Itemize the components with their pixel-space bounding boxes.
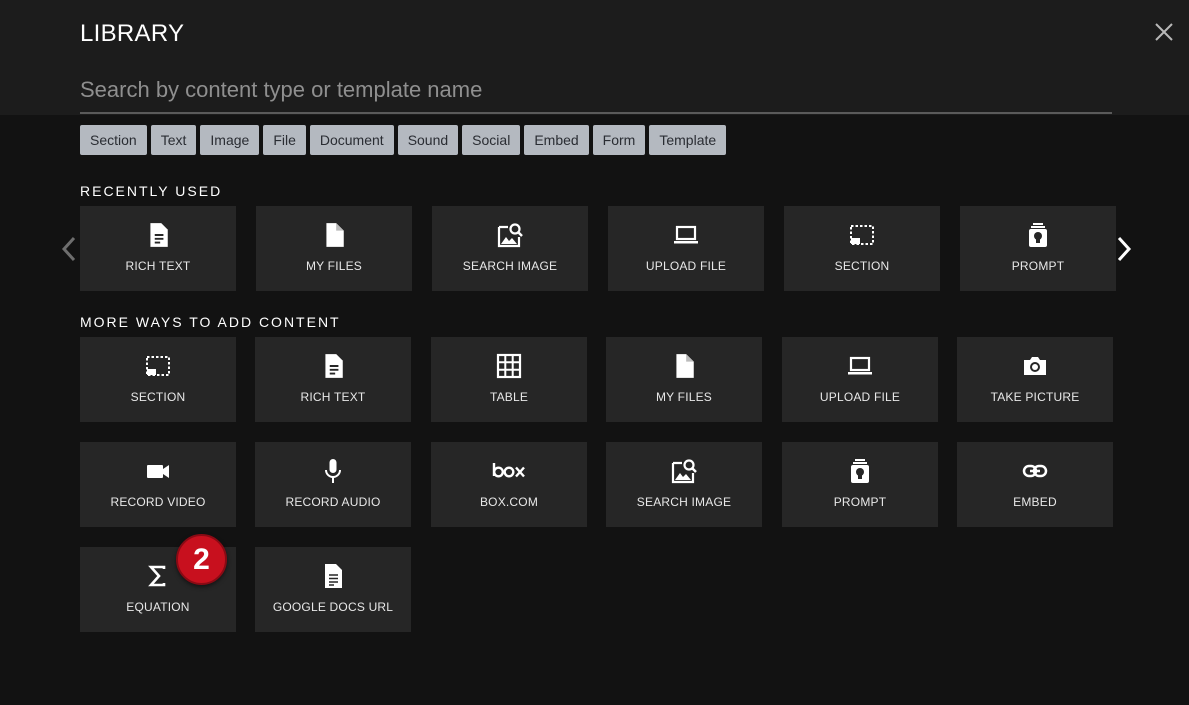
recently-used-heading: RECENTLY USED xyxy=(80,183,223,199)
table-icon xyxy=(496,353,522,379)
filter-chip-image[interactable]: Image xyxy=(200,125,260,155)
tile-label: TAKE PICTURE xyxy=(990,390,1080,404)
file-icon xyxy=(676,354,694,378)
link-icon xyxy=(1022,464,1048,478)
tile-section[interactable]: SECTION xyxy=(80,337,236,422)
tile-prompt[interactable]: PROMPT xyxy=(782,442,938,527)
filter-chip-social[interactable]: Social xyxy=(462,125,521,155)
carousel-next-icon[interactable] xyxy=(1113,234,1135,264)
video-camera-icon xyxy=(147,465,169,478)
recent-tile-rich-text[interactable]: RICH TEXT xyxy=(80,206,236,291)
tile-upload-file[interactable]: UPLOAD FILE xyxy=(782,337,938,422)
section-icon xyxy=(850,225,874,245)
recent-tile-upload-file[interactable]: UPLOAD FILE xyxy=(608,206,764,291)
box-logo-icon xyxy=(492,463,525,478)
close-icon[interactable] xyxy=(1152,20,1176,44)
tile-label: BOX.COM xyxy=(479,495,539,509)
recent-tile-section[interactable]: SECTION xyxy=(784,206,940,291)
content-type-filters: Section Text Image File Document Sound S… xyxy=(80,125,727,155)
tile-search-image[interactable]: SEARCH IMAGE xyxy=(606,442,762,527)
tile-label: PROMPT xyxy=(833,495,887,509)
tile-label: UPLOAD FILE xyxy=(819,390,901,404)
laptop-icon xyxy=(674,225,698,244)
tile-label: RECORD AUDIO xyxy=(285,495,381,509)
image-search-icon xyxy=(497,223,523,248)
file-icon xyxy=(326,223,344,247)
page-title: LIBRARY xyxy=(80,20,185,47)
tile-label: RICH TEXT xyxy=(300,390,366,404)
tile-label: GOOGLE DOCS URL xyxy=(272,600,394,614)
step-badge: 2 xyxy=(176,534,227,585)
carousel-prev-icon[interactable] xyxy=(58,234,80,264)
filter-chip-text[interactable]: Text xyxy=(150,125,197,155)
recent-tile-my-files[interactable]: MY FILES xyxy=(256,206,412,291)
tile-embed[interactable]: EMBED xyxy=(957,442,1113,527)
tile-record-video[interactable]: RECORD VIDEO xyxy=(80,442,236,527)
tile-label: EQUATION xyxy=(126,600,190,614)
filter-chip-template[interactable]: Template xyxy=(649,125,727,155)
tile-label: SECTION xyxy=(834,259,890,273)
tile-google-docs-url[interactable]: GOOGLE DOCS URL xyxy=(255,547,411,632)
google-doc-icon xyxy=(325,564,342,588)
prompt-icon xyxy=(851,459,869,483)
sigma-icon xyxy=(148,565,166,587)
tile-table[interactable]: TABLE xyxy=(431,337,587,422)
image-search-icon xyxy=(671,459,697,484)
filter-chip-document[interactable]: Document xyxy=(309,125,394,155)
tile-label: UPLOAD FILE xyxy=(645,259,727,273)
tile-label: TABLE xyxy=(489,390,529,404)
microphone-icon xyxy=(325,459,341,483)
tile-record-audio[interactable]: RECORD AUDIO xyxy=(255,442,411,527)
tile-rich-text[interactable]: RICH TEXT xyxy=(255,337,411,422)
tile-label: MY FILES xyxy=(305,259,363,273)
document-icon xyxy=(325,354,343,378)
filter-chip-form[interactable]: Form xyxy=(592,125,646,155)
tile-my-files[interactable]: MY FILES xyxy=(606,337,762,422)
filter-chip-sound[interactable]: Sound xyxy=(397,125,459,155)
recent-tile-search-image[interactable]: SEARCH IMAGE xyxy=(432,206,588,291)
tile-take-picture[interactable]: TAKE PICTURE xyxy=(957,337,1113,422)
search-input[interactable] xyxy=(80,68,1112,114)
more-ways-heading: MORE WAYS TO ADD CONTENT xyxy=(80,314,341,330)
tile-box-com[interactable]: BOX.COM xyxy=(431,442,587,527)
document-icon xyxy=(150,223,168,247)
tile-label: PROMPT xyxy=(1011,259,1065,273)
tile-label: RECORD VIDEO xyxy=(110,495,206,509)
tile-label: EMBED xyxy=(1013,495,1057,509)
section-icon xyxy=(146,356,170,376)
tile-label: SEARCH IMAGE xyxy=(462,259,558,273)
tile-label: SECTION xyxy=(130,390,186,404)
recent-tile-prompt[interactable]: PROMPT xyxy=(960,206,1116,291)
filter-chip-section[interactable]: Section xyxy=(80,125,147,155)
tile-label: MY FILES xyxy=(655,390,713,404)
tile-label: SEARCH IMAGE xyxy=(636,495,732,509)
filter-chip-embed[interactable]: Embed xyxy=(524,125,589,155)
filter-chip-file[interactable]: File xyxy=(263,125,306,155)
laptop-icon xyxy=(848,356,872,375)
prompt-icon xyxy=(1029,223,1047,247)
camera-icon xyxy=(1024,357,1046,375)
tile-label: RICH TEXT xyxy=(125,259,191,273)
